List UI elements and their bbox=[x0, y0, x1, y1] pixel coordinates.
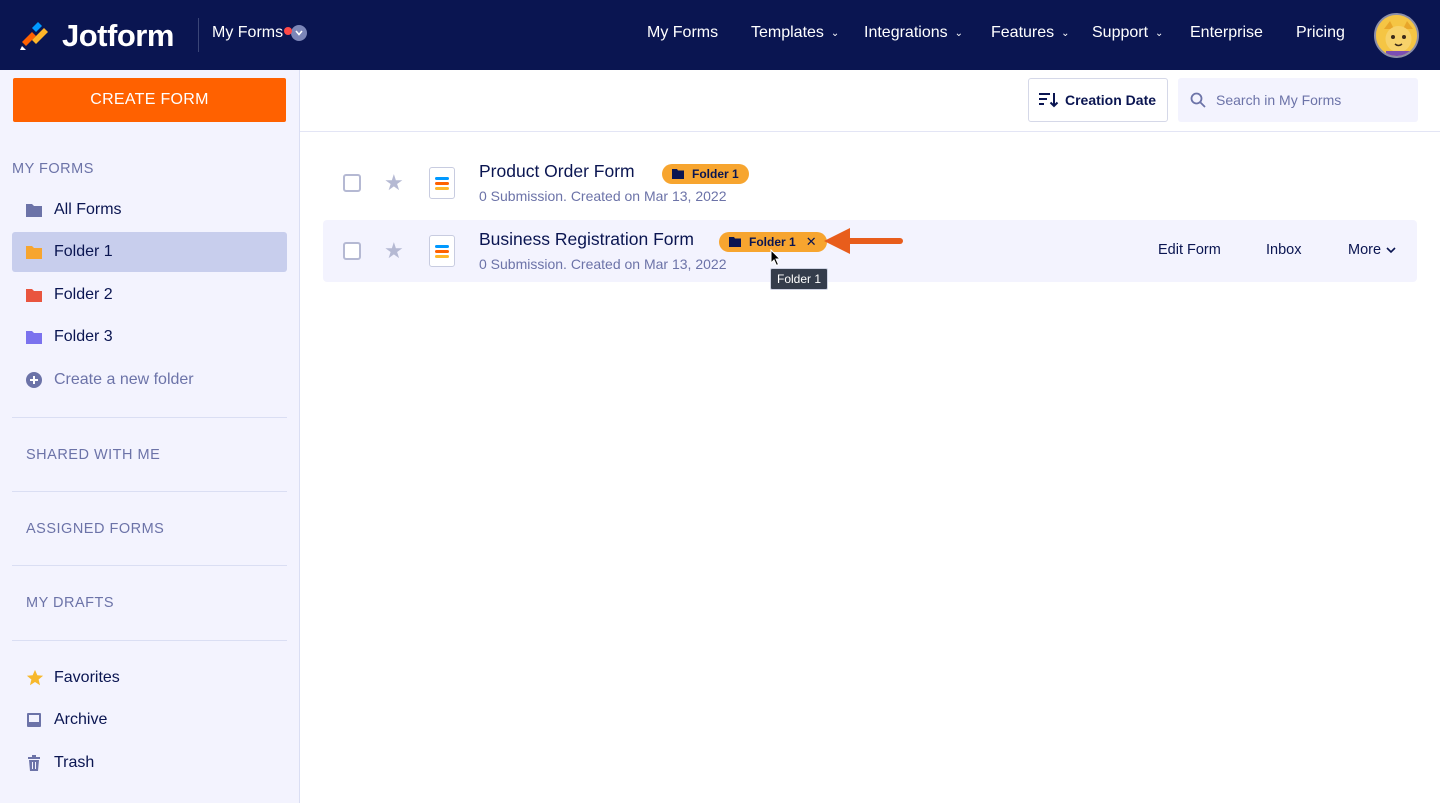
assigned-forms[interactable]: ASSIGNED FORMS bbox=[26, 521, 164, 537]
star-icon bbox=[26, 669, 44, 686]
folder-tag-label: Folder 1 bbox=[749, 235, 796, 249]
search-icon bbox=[1190, 92, 1206, 108]
nav-templates[interactable]: Templates ⌄ bbox=[751, 24, 839, 42]
more-label: More bbox=[1348, 242, 1382, 258]
sidebar-item-favorites[interactable]: Favorites bbox=[12, 658, 287, 698]
sidebar-item-label: Folder 1 bbox=[54, 243, 113, 260]
inbox-button[interactable]: Inbox bbox=[1266, 242, 1301, 258]
folder-icon bbox=[672, 169, 684, 179]
plus-circle-icon bbox=[26, 372, 42, 388]
my-forms-heading: MY FORMS bbox=[12, 161, 94, 177]
my-drafts[interactable]: MY DRAFTS bbox=[26, 595, 114, 611]
nav-templates-label: Templates bbox=[751, 24, 824, 41]
sidebar-divider bbox=[12, 640, 287, 641]
search-input[interactable] bbox=[1216, 92, 1406, 108]
create-form-button[interactable]: CREATE FORM bbox=[13, 78, 286, 122]
sort-icon bbox=[1039, 93, 1059, 108]
chevron-down-icon: ⌄ bbox=[1155, 27, 1164, 39]
list-toolbar: Creation Date bbox=[300, 70, 1440, 132]
form-row[interactable]: ★ Product Order Form Folder 1 0 Submissi… bbox=[323, 152, 1417, 214]
nav-my-forms-label: My Forms bbox=[647, 24, 719, 41]
nav-pricing[interactable]: Pricing bbox=[1296, 24, 1345, 42]
tooltip: Folder 1 bbox=[770, 268, 829, 290]
sidebar: CREATE FORM MY FORMS All Forms Folder 1 … bbox=[0, 70, 300, 803]
chevron-down-icon: ⌄ bbox=[954, 27, 963, 39]
folder-icon bbox=[26, 246, 42, 259]
edit-form-button[interactable]: Edit Form bbox=[1158, 242, 1221, 258]
sidebar-item-label: All Forms bbox=[54, 201, 122, 218]
sidebar-item-all-forms[interactable]: All Forms bbox=[12, 190, 287, 230]
sidebar-item-folder-1[interactable]: Folder 1 bbox=[12, 232, 287, 272]
nav-support[interactable]: Support ⌄ bbox=[1092, 24, 1163, 42]
chevron-down-icon bbox=[1386, 246, 1396, 253]
folder-icon bbox=[729, 237, 741, 247]
form-meta: 0 Submission. Created on Mar 13, 2022 bbox=[479, 256, 727, 272]
main-nav: My Forms Templates ⌄ Integrations ⌄ Featur… bbox=[0, 24, 1440, 48]
chevron-down-icon: ⌄ bbox=[1061, 27, 1070, 39]
nav-enterprise-label: Enterprise bbox=[1190, 24, 1263, 41]
star-icon[interactable]: ★ bbox=[384, 238, 404, 264]
annotation-arrow-icon bbox=[824, 228, 903, 254]
star-icon[interactable]: ★ bbox=[384, 170, 404, 196]
sidebar-divider bbox=[12, 565, 287, 566]
sidebar-item-label: Favorites bbox=[54, 669, 120, 686]
sidebar-item-archive[interactable]: Archive bbox=[12, 700, 287, 740]
more-button[interactable]: More bbox=[1348, 242, 1396, 258]
sidebar-divider bbox=[12, 491, 287, 492]
create-new-folder-label: Create a new folder bbox=[54, 371, 194, 388]
form-title[interactable]: Business Registration Form bbox=[479, 229, 694, 250]
form-meta: 0 Submission. Created on Mar 13, 2022 bbox=[479, 188, 727, 204]
form-checkbox[interactable] bbox=[343, 174, 361, 192]
avatar-cat-icon bbox=[1376, 15, 1417, 56]
nav-integrations[interactable]: Integrations ⌄ bbox=[864, 24, 963, 42]
sidebar-item-label: Folder 2 bbox=[54, 286, 113, 303]
sidebar-divider bbox=[12, 417, 287, 418]
folder-icon bbox=[26, 331, 42, 344]
form-icon bbox=[429, 167, 455, 199]
nav-enterprise[interactable]: Enterprise bbox=[1190, 24, 1263, 42]
nav-integrations-label: Integrations bbox=[864, 24, 948, 41]
close-icon[interactable]: ✕ bbox=[806, 234, 817, 250]
mouse-cursor-icon bbox=[770, 249, 782, 267]
shared-with-me[interactable]: SHARED WITH ME bbox=[26, 447, 160, 463]
sidebar-item-label: Archive bbox=[54, 711, 108, 728]
trash-icon bbox=[28, 755, 40, 771]
sidebar-item-label: Folder 3 bbox=[54, 328, 113, 345]
search-box bbox=[1178, 78, 1418, 122]
form-icon bbox=[429, 235, 455, 267]
nav-pricing-label: Pricing bbox=[1296, 24, 1345, 41]
form-checkbox[interactable] bbox=[343, 242, 361, 260]
nav-my-forms[interactable]: My Forms bbox=[647, 24, 718, 42]
folder-tag-label: Folder 1 bbox=[692, 167, 739, 181]
folder-icon bbox=[26, 204, 42, 217]
sidebar-item-label: Trash bbox=[54, 754, 95, 771]
create-new-folder[interactable]: Create a new folder bbox=[12, 360, 287, 400]
sidebar-item-trash[interactable]: Trash bbox=[12, 743, 287, 783]
sidebar-item-folder-3[interactable]: Folder 3 bbox=[12, 317, 287, 357]
top-navbar: Jotform My Forms My Forms Templates ⌄ Int… bbox=[0, 0, 1440, 70]
folder-tag[interactable]: Folder 1 bbox=[662, 164, 749, 184]
nav-features[interactable]: Features ⌄ bbox=[991, 24, 1070, 42]
form-title[interactable]: Product Order Form bbox=[479, 161, 635, 182]
chevron-down-icon: ⌄ bbox=[830, 27, 840, 39]
sidebar-item-folder-2[interactable]: Folder 2 bbox=[12, 275, 287, 315]
nav-support-label: Support bbox=[1092, 24, 1149, 41]
nav-features-label: Features bbox=[991, 24, 1055, 41]
folder-icon bbox=[26, 289, 42, 302]
sort-label: Creation Date bbox=[1065, 92, 1157, 108]
sort-button[interactable]: Creation Date bbox=[1028, 78, 1168, 122]
user-avatar[interactable] bbox=[1374, 13, 1419, 58]
archive-icon bbox=[27, 713, 41, 727]
